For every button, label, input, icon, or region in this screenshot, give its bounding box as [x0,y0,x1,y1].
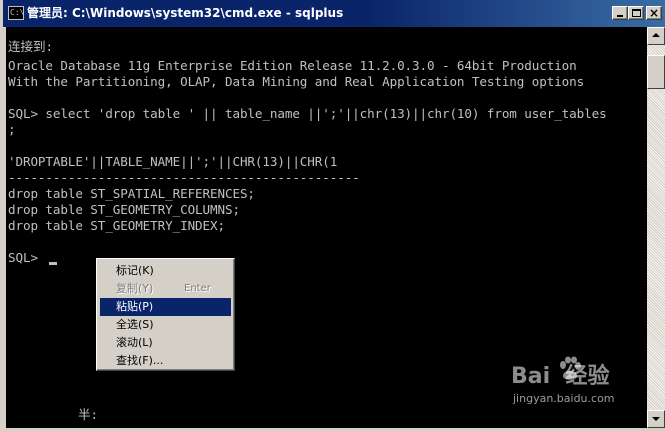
vertical-scrollbar[interactable] [647,27,665,428]
console-line: ----------------------------------------… [8,170,360,185]
menu-item-select-all[interactable]: 全选(S) [100,316,231,334]
console-line: 'DROPTABLE'||TABLE_NAME||';'||CHR(13)||C… [8,154,338,169]
console-line: drop table ST_GEOMETRY_COLUMNS; [8,202,240,217]
menu-item-label: 标记(K) [116,264,154,277]
menu-item-label: 粘贴(P) [116,300,154,313]
maximize-icon [632,9,641,17]
console-line: ; [8,122,16,137]
menu-item-label: 滚动(L) [116,336,153,349]
title-bar[interactable]: C:\ 管理员: C:\Windows\system32\cmd.exe - s… [3,0,665,27]
console-line: SQL> select 'drop table ' || table_name … [8,106,607,121]
console-line: drop table ST_GEOMETRY_INDEX; [8,218,225,233]
menu-item-label: 复制(Y) [116,282,154,295]
menu-item-copy[interactable]: 复制(Y) Enter [100,280,231,298]
console-line: With the Partitioning, OLAP, Data Mining… [8,74,585,89]
scroll-up-button[interactable] [647,27,665,45]
menu-item-paste[interactable]: 粘贴(P) [100,298,231,316]
console-line: drop table ST_SPATIAL_REFERENCES; [8,186,255,201]
scroll-thumb[interactable] [647,55,665,89]
baidu-watermark: Bai 经验 jingyan.baidu.com [511,352,641,414]
menu-item-accel: Enter [184,283,211,294]
console-line: 连接到: [8,39,53,54]
menu-item-label: 查找(F)... [116,354,164,367]
menu-item-label: 全选(S) [116,318,154,331]
close-icon: × [648,6,660,20]
paw-icon [560,356,581,380]
scroll-down-button[interactable] [647,410,665,428]
context-menu: 标记(K) 复制(Y) Enter 粘贴(P) 全选(S) 滚动(L) 查找(F… [96,258,235,371]
ime-status: 半: [78,407,98,422]
arrow-up-icon [652,33,660,37]
close-button[interactable]: × [646,6,662,20]
arrow-down-icon [652,417,660,421]
menu-item-scroll[interactable]: 滚动(L) [100,334,231,352]
cmd-window: C:\ 管理员: C:\Windows\system32\cmd.exe - s… [0,0,665,431]
watermark-url: jingyan.baidu.com [513,392,615,405]
minimize-icon [617,15,623,17]
menu-item-find[interactable]: 查找(F)... [100,352,231,370]
sql-prompt: SQL> [8,250,46,265]
maximize-button[interactable] [628,6,644,20]
window-title: 管理员: C:\Windows\system32\cmd.exe - sqlpl… [27,6,344,20]
menu-item-mark[interactable]: 标记(K) [100,262,231,280]
cmd-icon[interactable]: C:\ [8,6,24,20]
text-cursor [49,262,57,265]
minimize-button[interactable] [612,6,628,20]
console-line: Oracle Database 11g Enterprise Edition R… [8,58,577,73]
